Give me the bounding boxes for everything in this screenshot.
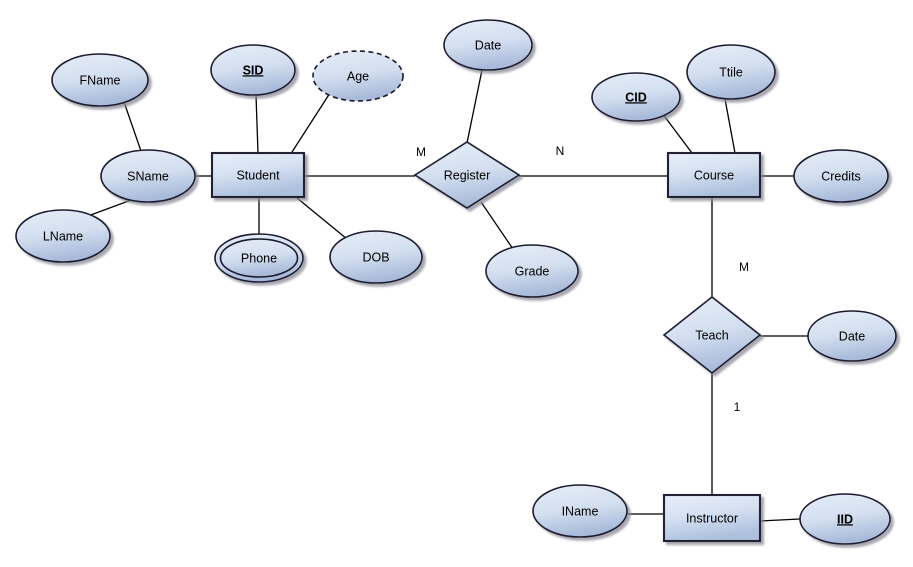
er-diagram-svg: FName LName SName SID Age Phone DOB Date Grade CI… xyxy=(15,19,897,545)
attribute-fname[interactable]: FName xyxy=(51,53,149,107)
attribute-date_teach[interactable]: Date xyxy=(807,310,897,362)
edges-layer xyxy=(87,69,808,522)
attribute-credits[interactable]: Credits xyxy=(793,149,889,203)
edge-ttile-course xyxy=(724,98,736,154)
attribute-sid[interactable]: SID xyxy=(210,44,296,96)
cardinality-card-m-teach: M xyxy=(739,260,749,274)
cardinality-card-1-teach: 1 xyxy=(734,400,741,414)
edge-dob-student xyxy=(296,197,348,240)
attribute-sname[interactable]: SName xyxy=(100,149,196,203)
edge-fname-sname xyxy=(123,101,142,152)
attribute-lname[interactable]: LName xyxy=(15,209,111,263)
entity-student[interactable]: Student xyxy=(210,151,306,199)
edge-lname-sname xyxy=(87,198,135,217)
edge-cid-course xyxy=(661,112,693,154)
attribute-age[interactable]: Age xyxy=(312,50,404,102)
entity-course[interactable]: Course xyxy=(666,151,762,199)
edge-date-register xyxy=(466,69,483,144)
attribute-grade[interactable]: Grade xyxy=(485,244,579,298)
cardinality-card-m-register: M xyxy=(416,145,426,159)
er-diagram-canvas: FName LName SName SID Age Phone DOB Date Grade CI… xyxy=(0,0,913,567)
relationship-register[interactable]: Register xyxy=(413,141,521,209)
attribute-date_register[interactable]: Date xyxy=(443,19,533,71)
edge-age-student xyxy=(291,92,331,153)
attribute-iname[interactable]: IName xyxy=(532,484,628,538)
edge-iid-instructor xyxy=(759,518,801,522)
shapes-layer: FName LName SName SID Age Phone DOB Date Grade CI… xyxy=(15,19,897,545)
edge-grade-register xyxy=(480,201,514,250)
attribute-phone[interactable]: Phone xyxy=(214,233,304,283)
attribute-iid[interactable]: IID xyxy=(799,493,891,545)
attribute-ttile[interactable]: Ttile xyxy=(686,44,776,100)
attribute-cid[interactable]: CID xyxy=(591,72,681,122)
entity-instructor[interactable]: Instructor xyxy=(662,493,762,543)
edge-sid-student xyxy=(255,94,259,154)
cardinality-card-n-register: N xyxy=(556,144,565,158)
attribute-dob[interactable]: DOB xyxy=(329,230,423,284)
relationship-teach[interactable]: Teach xyxy=(662,295,762,375)
